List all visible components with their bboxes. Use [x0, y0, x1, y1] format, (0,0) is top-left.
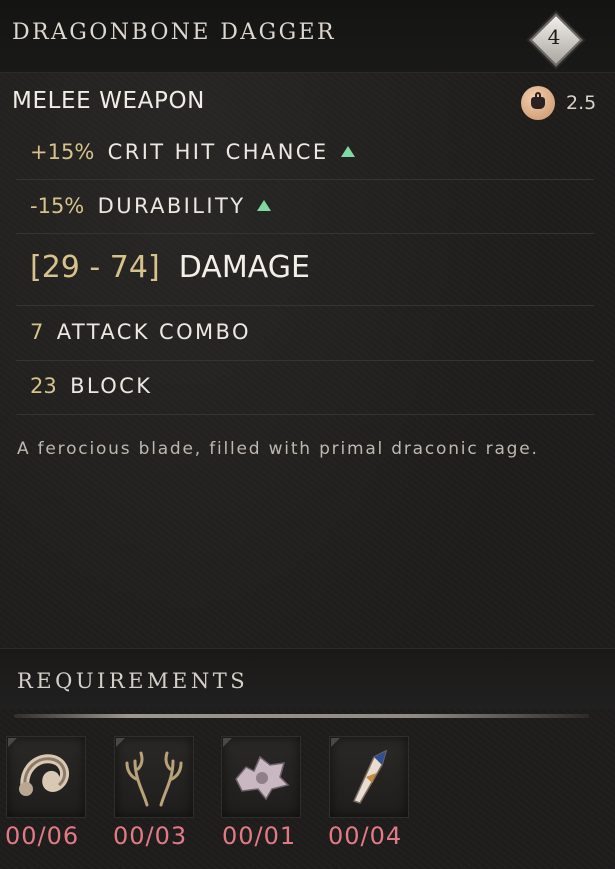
antlers-icon	[125, 751, 183, 807]
item-name: DRAGONBONE DAGGER	[12, 20, 336, 45]
stat-row-crit: +15% CRIT HIT CHANCE	[16, 140, 594, 180]
item-level: 4	[547, 25, 561, 49]
requirement-count: 00/06	[5, 822, 80, 850]
stat-row-block: 23 BLOCK	[16, 374, 594, 415]
stat-row-combo: 7 ATTACK COMBO	[16, 320, 594, 361]
requirements-divider	[14, 714, 589, 718]
requirements-title: REQUIREMENTS	[17, 669, 249, 693]
item-type: MELEE WEAPON	[12, 88, 205, 114]
stat-row-durability: -15% DURABILITY	[16, 194, 594, 234]
title-bar: DRAGONBONE DAGGER 4	[0, 0, 615, 73]
stat-row-damage: [29 - 74] DAMAGE	[16, 250, 594, 306]
stat-value: -15%	[30, 194, 85, 218]
stat-value: +15%	[30, 140, 95, 164]
item-description: A ferocious blade, filled with primal dr…	[17, 439, 539, 459]
level-badge: 4	[529, 13, 583, 67]
stat-value: 23	[30, 374, 57, 398]
damage-range: [29 - 74]	[30, 250, 160, 285]
item-weight: 2.5	[566, 92, 597, 114]
weight-icon	[521, 86, 555, 120]
requirement-count: 00/03	[113, 822, 188, 850]
requirement-slot-fang[interactable]	[329, 736, 409, 818]
requirement-count: 00/04	[328, 822, 403, 850]
horn-icon	[19, 754, 70, 796]
item-tooltip: DRAGONBONE DAGGER 4 MELEE WEAPON 2.5 +15…	[0, 0, 615, 869]
requirement-slot-antlers[interactable]	[114, 736, 194, 818]
stat-value: 7	[30, 320, 44, 344]
trend-up-icon	[340, 146, 355, 157]
stat-label: ATTACK COMBO	[56, 320, 251, 344]
requirement-slot-bone[interactable]	[221, 736, 301, 818]
stat-label: BLOCK	[70, 374, 153, 398]
bone-icon	[235, 755, 290, 801]
stat-label: DURABILITY	[97, 194, 246, 218]
fang-icon	[352, 749, 388, 804]
requirement-slot-horn[interactable]	[6, 736, 86, 818]
requirement-count: 00/01	[222, 822, 297, 850]
damage-label: DAMAGE	[178, 250, 310, 285]
stat-label: CRIT HIT CHANCE	[107, 140, 329, 164]
trend-up-icon	[257, 200, 272, 211]
